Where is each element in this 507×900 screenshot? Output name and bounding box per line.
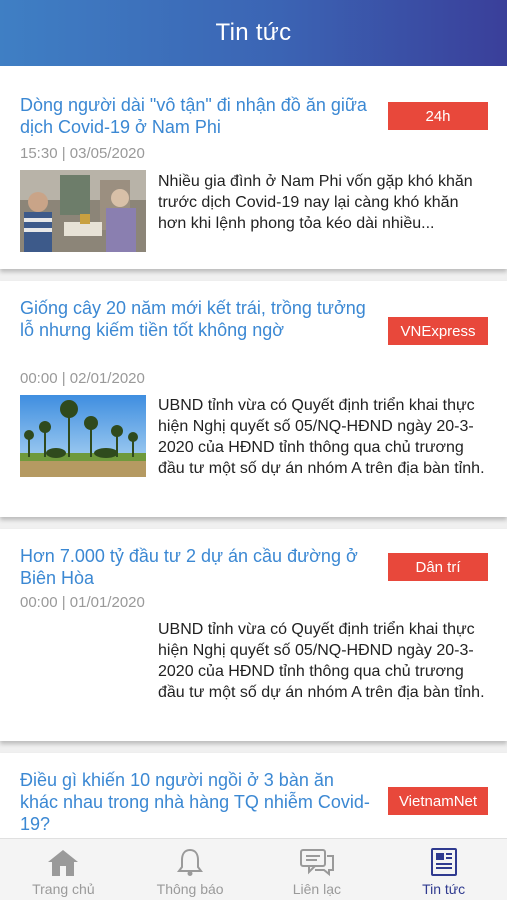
source-badge: VietnamNet xyxy=(388,787,488,815)
page-title: Tin tức xyxy=(215,19,292,46)
article-thumbnail[interactable] xyxy=(20,170,146,252)
bell-icon xyxy=(177,848,204,876)
nav-home[interactable]: Trang chủ xyxy=(0,839,127,900)
source-badge: Dân trí xyxy=(388,553,488,581)
news-feed[interactable]: Dòng người dài "vô tận" đi nhận đồ ăn gi… xyxy=(0,66,507,838)
chat-icon xyxy=(299,849,334,877)
app-header: Tin tức xyxy=(0,0,507,66)
news-card[interactable]: Dòng người dài "vô tận" đi nhận đồ ăn gi… xyxy=(0,66,507,269)
nav-notifications[interactable]: Thông báo xyxy=(127,839,254,900)
news-card[interactable]: Hơn 7.000 tỷ đầu tư 2 dự án cầu đường ở … xyxy=(0,529,507,741)
source-badge: VNExpress xyxy=(388,317,488,345)
article-title[interactable]: Hơn 7.000 tỷ đầu tư 2 dự án cầu đường ở … xyxy=(20,545,370,589)
article-summary: UBND tỉnh vừa có Quyết định triển khai t… xyxy=(158,621,485,701)
newspaper-icon xyxy=(430,848,457,876)
article-title[interactable]: Giống cây 20 năm mới kết trái, trồng tưở… xyxy=(20,297,370,341)
food-line-photo xyxy=(20,170,146,252)
article-title[interactable]: Dòng người dài "vô tận" đi nhận đồ ăn gi… xyxy=(20,94,370,138)
palm-trees-photo xyxy=(20,395,146,477)
article-title[interactable]: Điều gì khiến 10 người ngồi ở 3 bàn ăn k… xyxy=(20,769,370,835)
nav-notifications-label: Thông báo xyxy=(156,881,224,897)
article-summary: Nhiều gia đình ở Nam Phi vốn gặp khó khă… xyxy=(158,173,473,232)
bottom-navigation: Trang chủ Thông báo Liên lạc Tin tức xyxy=(0,838,507,900)
nav-news-label: Tin tức xyxy=(422,881,466,897)
nav-contact[interactable]: Liên lạc xyxy=(254,839,381,900)
news-card[interactable]: Giống cây 20 năm mới kết trái, trồng tưở… xyxy=(0,281,507,517)
article-timestamp: 15:30 | 03/05/2020 xyxy=(20,145,145,162)
article-timestamp: 00:00 | 02/01/2020 xyxy=(20,370,145,387)
article-thumbnail[interactable] xyxy=(20,395,146,477)
article-timestamp: 00:00 | 01/01/2020 xyxy=(20,594,145,611)
source-badge: 24h xyxy=(388,102,488,130)
home-icon xyxy=(48,850,79,876)
nav-news[interactable]: Tin tức xyxy=(380,839,507,900)
article-summary: UBND tỉnh vừa có Quyết định triển khai t… xyxy=(158,397,485,477)
news-card[interactable]: Điều gì khiến 10 người ngồi ở 3 bàn ăn k… xyxy=(0,753,507,838)
nav-home-label: Trang chủ xyxy=(32,881,95,897)
nav-contact-label: Liên lạc xyxy=(292,881,341,897)
